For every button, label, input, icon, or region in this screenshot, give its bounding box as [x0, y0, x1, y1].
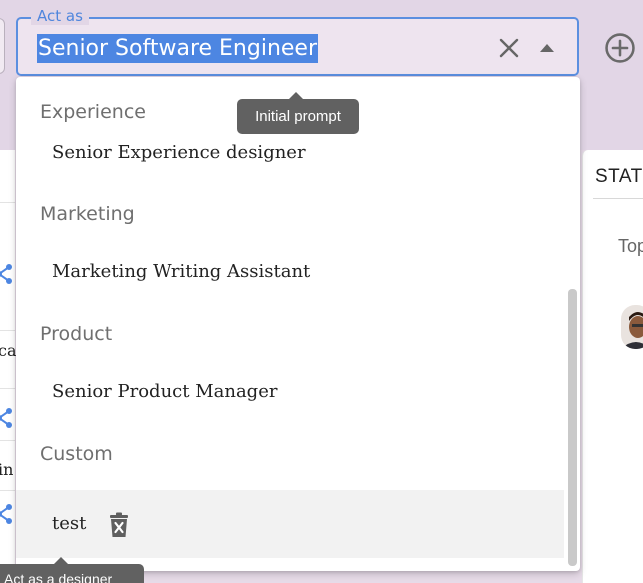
divider — [0, 330, 15, 331]
divider — [0, 440, 15, 441]
card-text-fragment: ca — [0, 341, 17, 360]
divider — [0, 388, 15, 389]
left-panel: ca in — [0, 150, 17, 583]
group-header-product: Product — [40, 323, 113, 345]
group-header-custom: Custom — [40, 443, 113, 465]
group-header-experience: Experience — [40, 101, 146, 123]
close-icon[interactable] — [496, 35, 522, 61]
share-icon[interactable] — [0, 406, 14, 430]
tooltip-initial-prompt: Initial prompt — [237, 92, 359, 134]
arrow-drop-up-icon[interactable] — [536, 38, 558, 58]
act-as-input[interactable]: Senior Software Engineer — [37, 34, 319, 63]
divider — [0, 490, 15, 491]
add-circle-icon[interactable] — [603, 31, 637, 65]
option-test[interactable]: test — [16, 490, 564, 558]
option-label: test — [52, 513, 87, 534]
field-label: Act as — [31, 7, 89, 25]
scrollbar-thumb[interactable] — [568, 289, 577, 566]
option-marketing-writing-assistant[interactable]: Marketing Writing Assistant — [16, 238, 564, 306]
group-header-marketing: Marketing — [40, 203, 135, 225]
stats-panel: STATS Top — [582, 150, 643, 583]
divider — [0, 202, 15, 203]
delete-forever-icon[interactable] — [108, 512, 130, 538]
avatar — [621, 305, 643, 349]
options-listbox[interactable]: Experience Senior Experience designer Ma… — [16, 77, 580, 571]
stats-subtitle: Top — [618, 236, 643, 256]
option-senior-product-manager[interactable]: Senior Product Manager — [16, 358, 564, 426]
share-icon[interactable] — [0, 502, 14, 526]
share-icon[interactable] — [0, 262, 14, 286]
option-senior-experience-designer[interactable]: Senior Experience designer — [16, 133, 564, 173]
side-control[interactable] — [0, 18, 5, 74]
divider — [593, 198, 643, 199]
card-text-fragment: in — [0, 460, 14, 479]
stats-title: STATS — [595, 166, 643, 187]
tooltip-act-as-designer: Act as a designer — [0, 557, 144, 583]
